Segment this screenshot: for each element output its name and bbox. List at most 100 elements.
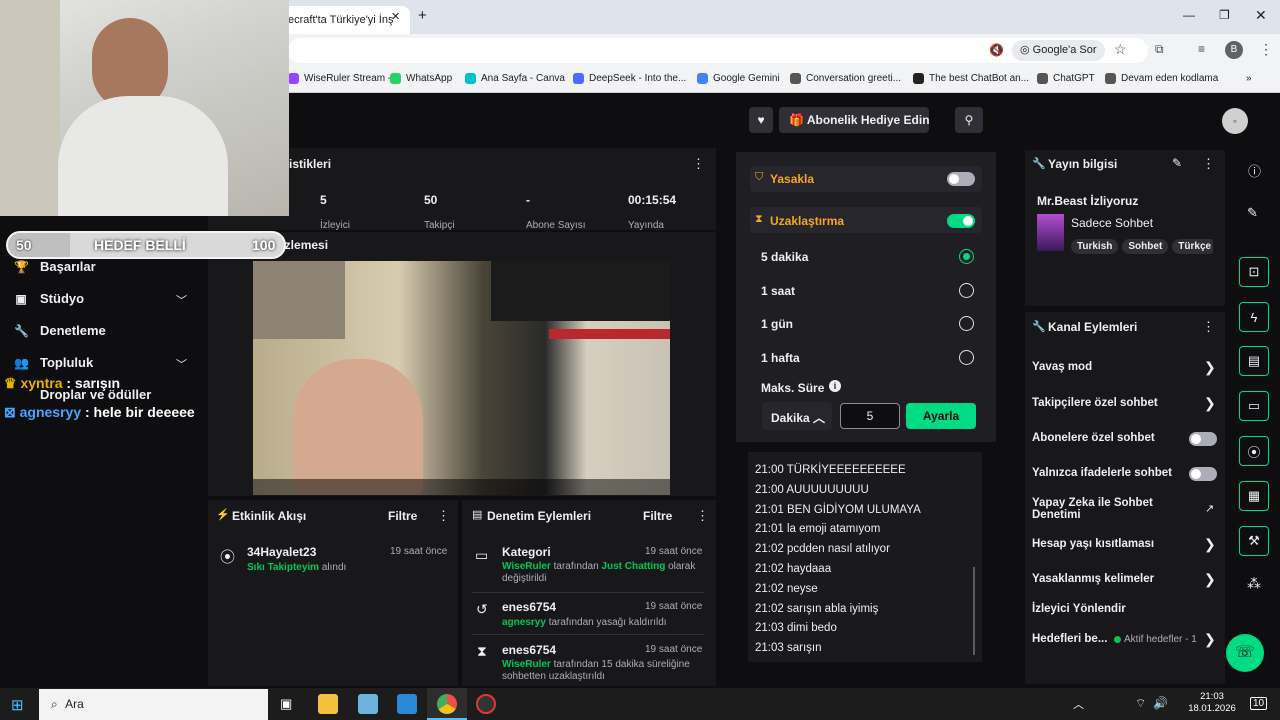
- timeout-option-5min[interactable]: 5 dakika: [761, 250, 808, 264]
- store-icon[interactable]: [397, 694, 417, 714]
- chevron-down-icon[interactable]: ﹀: [176, 356, 187, 372]
- clock[interactable]: 21:03 18.01.2026: [1188, 691, 1236, 715]
- sidebar-item-community[interactable]: 👥 Topluluk: [14, 355, 93, 370]
- more-options-icon[interactable]: ⋮: [696, 508, 709, 524]
- chevron-down-icon[interactable]: ﹀: [176, 292, 187, 308]
- bookmark-item[interactable]: Ana Sayfa - Canva: [465, 73, 565, 84]
- bookmark-item[interactable]: The best ChatBot an...: [913, 73, 1029, 84]
- radio-1w[interactable]: [959, 350, 974, 365]
- account-age-row[interactable]: Hesap yaşı kısıtlaması: [1032, 538, 1154, 550]
- bookmark-item[interactable]: DeepSeek - Into the...: [573, 73, 686, 84]
- bookmark-item[interactable]: WhatsApp: [390, 73, 452, 84]
- maximize-icon[interactable]: ❐: [1219, 8, 1230, 22]
- external-link-icon[interactable]: ↗: [1205, 502, 1214, 515]
- category-name[interactable]: Sadece Sohbet: [1071, 216, 1153, 230]
- more-options-icon[interactable]: ⋮: [692, 156, 705, 172]
- network-icon[interactable]: ⌔: [1135, 696, 1146, 711]
- chevron-right-icon[interactable]: ❯: [1204, 536, 1216, 553]
- sidebar-item-studio[interactable]: ▣ Stüdyo: [14, 291, 84, 306]
- tag[interactable]: Türkçe: [1172, 239, 1213, 254]
- ban-toggle[interactable]: [947, 172, 975, 186]
- rail-button-lightning[interactable]: ϟ: [1239, 302, 1269, 332]
- timeout-option-1w[interactable]: 1 hafta: [761, 351, 800, 365]
- rail-button-broadcast[interactable]: ⦿: [1239, 436, 1269, 466]
- gift-sub-button[interactable]: 🎁 Abonelik Hediye Edin: [779, 107, 930, 133]
- window-close-icon[interactable]: ✕: [1255, 7, 1267, 24]
- radio-1h[interactable]: [959, 283, 974, 298]
- ai-moderation-row[interactable]: Yapay Zeka ile Sohbet Denetimi: [1032, 497, 1182, 521]
- rail-button-chat[interactable]: ▭: [1239, 391, 1269, 421]
- mod-view-avatar[interactable]: ◦: [1222, 108, 1248, 134]
- timeout-option-1h[interactable]: 1 saat: [761, 284, 795, 298]
- chevron-right-icon[interactable]: ❯: [1204, 631, 1216, 648]
- sidebar-item-moderation[interactable]: 🔧 Denetleme: [14, 323, 106, 338]
- windows-start-icon[interactable]: ⊞: [11, 696, 24, 714]
- timeout-option-1d[interactable]: 1 gün: [761, 317, 793, 331]
- slow-mode-row[interactable]: Yavaş mod: [1032, 361, 1092, 373]
- bookmarks-overflow-icon[interactable]: »: [1246, 73, 1252, 84]
- more-options-icon[interactable]: ⋮: [437, 508, 450, 524]
- notepad-icon[interactable]: [358, 694, 378, 714]
- pencil-icon[interactable]: ✎: [1247, 205, 1258, 221]
- chevron-right-icon[interactable]: ❯: [1204, 359, 1216, 376]
- task-view-icon[interactable]: ▣: [280, 696, 292, 712]
- star-icon[interactable]: ☆: [1114, 41, 1127, 58]
- media-icon[interactable]: ≡: [1198, 42, 1205, 56]
- banned-words-row[interactable]: Yasaklanmış kelimeler: [1032, 573, 1154, 585]
- notification-badge[interactable]: 10: [1250, 697, 1268, 710]
- apply-button[interactable]: Ayarla: [906, 403, 976, 429]
- bookmark-item[interactable]: WiseRuler Stream -...: [288, 73, 400, 84]
- sub-only-toggle[interactable]: [1189, 432, 1217, 446]
- bookmark-item[interactable]: Google Gemini: [697, 73, 780, 84]
- support-button[interactable]: ☏: [1226, 634, 1264, 672]
- tray-chevron-up-icon[interactable]: ︿: [1073, 696, 1084, 712]
- radio-1d[interactable]: [959, 316, 974, 331]
- timeout-toggle[interactable]: [947, 214, 975, 228]
- sidebar-item-achievements[interactable]: 🏆 Başarılar: [14, 259, 96, 274]
- emote-only-toggle[interactable]: [1189, 467, 1217, 481]
- chat-scrollbar[interactable]: [973, 567, 975, 655]
- duration-input[interactable]: [840, 403, 900, 429]
- apps-icon[interactable]: ⁂: [1247, 575, 1261, 592]
- taskbar-search[interactable]: ⌕ Ara: [39, 689, 268, 720]
- preview-controls[interactable]: [253, 479, 670, 495]
- info-icon[interactable]: i: [829, 380, 841, 392]
- goals-row[interactable]: Hedefleri be...: [1032, 633, 1107, 645]
- mod-actions-filter-button[interactable]: Filtre: [643, 509, 672, 523]
- stream-preview-video[interactable]: [253, 261, 670, 495]
- edit-icon[interactable]: ✎: [1172, 156, 1182, 170]
- volume-icon[interactable]: 🔊: [1153, 696, 1168, 710]
- activity-filter-button[interactable]: Filtre: [388, 509, 417, 523]
- chevron-right-icon[interactable]: ❯: [1204, 395, 1216, 412]
- bookmark-item[interactable]: Devam eden kodlama: [1105, 73, 1218, 84]
- rail-button-notes[interactable]: ▤: [1239, 346, 1269, 376]
- mute-icon[interactable]: 🔇: [989, 43, 1004, 57]
- redirect-viewers-row[interactable]: İzleyici Yönlendir: [1032, 603, 1126, 615]
- file-explorer-icon[interactable]: [318, 694, 338, 714]
- pin-button[interactable]: ⚲: [955, 107, 983, 133]
- event-username[interactable]: 34Hayalet23: [247, 545, 316, 559]
- minimize-icon[interactable]: —: [1183, 8, 1195, 22]
- tag[interactable]: Sohbet: [1122, 239, 1169, 254]
- heart-button[interactable]: ♥: [749, 107, 773, 133]
- more-options-icon[interactable]: ⋮: [1202, 156, 1215, 172]
- tab-close-icon[interactable]: ✕: [391, 10, 400, 23]
- tag[interactable]: Turkish: [1071, 239, 1119, 254]
- bookmark-item[interactable]: ChatGPT: [1037, 73, 1095, 84]
- more-options-icon[interactable]: ⋮: [1202, 319, 1215, 335]
- unit-selector[interactable]: Dakika ︿: [762, 402, 832, 430]
- radio-5min[interactable]: [959, 249, 974, 264]
- bookmark-item[interactable]: Conversation greeti...: [790, 73, 901, 84]
- rail-button-tools[interactable]: ⚒: [1239, 526, 1269, 556]
- new-tab-icon[interactable]: +: [418, 7, 427, 24]
- info-icon[interactable]: ⓘ: [1248, 161, 1261, 180]
- recorder-icon[interactable]: [476, 694, 496, 714]
- follower-only-row[interactable]: Takipçilere özel sohbet: [1032, 397, 1158, 409]
- menu-dots-icon[interactable]: ⋮: [1259, 41, 1273, 58]
- google-ask-button[interactable]: ◎ Google'a Sor: [1012, 40, 1105, 61]
- profile-avatar[interactable]: B: [1225, 41, 1243, 59]
- rail-button-camera[interactable]: ⊡: [1239, 257, 1269, 287]
- extensions-icon[interactable]: ⧉: [1155, 42, 1164, 57]
- rail-button-layout[interactable]: ▦: [1239, 481, 1269, 511]
- chevron-right-icon[interactable]: ❯: [1204, 571, 1216, 588]
